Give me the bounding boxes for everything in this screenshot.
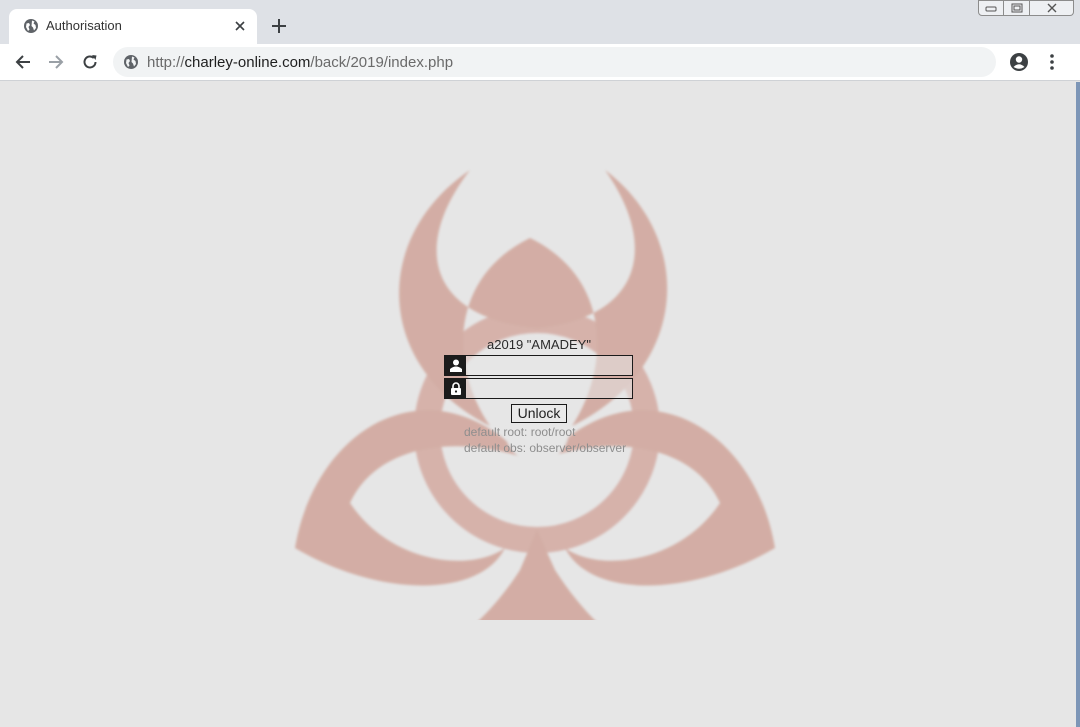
url-scheme: http:// (147, 54, 185, 71)
tab-title: Authorisation (46, 18, 122, 33)
window-edge (1076, 82, 1080, 727)
browser-toolbar: http://charley-online.com/back/2019/inde… (0, 44, 1080, 81)
forward-button[interactable] (45, 51, 67, 73)
url-path: /back/2019/index.php (310, 54, 454, 71)
reload-icon (83, 55, 97, 69)
restore-button[interactable] (1004, 0, 1030, 16)
unlock-button[interactable]: Unlock (510, 404, 568, 423)
unlock-row: Unlock (444, 404, 634, 424)
tab-strip: Authorisation (0, 0, 1080, 44)
kebab-menu-icon[interactable] (1044, 51, 1060, 73)
profile-icon[interactable] (1008, 51, 1030, 73)
minimize-icon (985, 6, 997, 12)
close-window-button[interactable] (1030, 0, 1074, 16)
login-title: a2019 "AMADEY" (487, 337, 591, 352)
restore-icon (1011, 3, 1022, 13)
globe-icon (24, 19, 38, 33)
close-tab-icon[interactable] (231, 17, 249, 35)
url-text: http://charley-online.com/back/2019/inde… (147, 54, 453, 71)
lock-icon (445, 379, 466, 398)
url-host: charley-online.com (184, 54, 311, 71)
user-icon (445, 356, 466, 375)
hint-root: default root: root/root (464, 425, 576, 439)
globe-icon (124, 55, 138, 69)
tab-authorisation[interactable]: Authorisation (9, 9, 257, 44)
address-bar[interactable]: http://charley-online.com/back/2019/inde… (113, 47, 996, 77)
hint-observer: default obs: observer/observer (464, 441, 627, 455)
username-field (444, 355, 637, 376)
window-controls (978, 0, 1074, 18)
page-viewport: a2019 "AMADEY" Unlock default root: root… (0, 82, 1076, 727)
password-input[interactable] (467, 379, 637, 398)
reload-button[interactable] (79, 51, 101, 73)
new-tab-button[interactable] (268, 15, 290, 37)
arrow-left-icon (15, 55, 30, 69)
arrow-right-icon (49, 55, 64, 69)
close-icon (1047, 3, 1056, 13)
username-input[interactable] (467, 356, 637, 375)
login-form: a2019 "AMADEY" Unlock default root: root… (444, 336, 637, 456)
password-field (444, 378, 637, 399)
back-button[interactable] (12, 51, 34, 73)
plus-icon (272, 19, 286, 33)
minimize-button[interactable] (978, 0, 1004, 16)
